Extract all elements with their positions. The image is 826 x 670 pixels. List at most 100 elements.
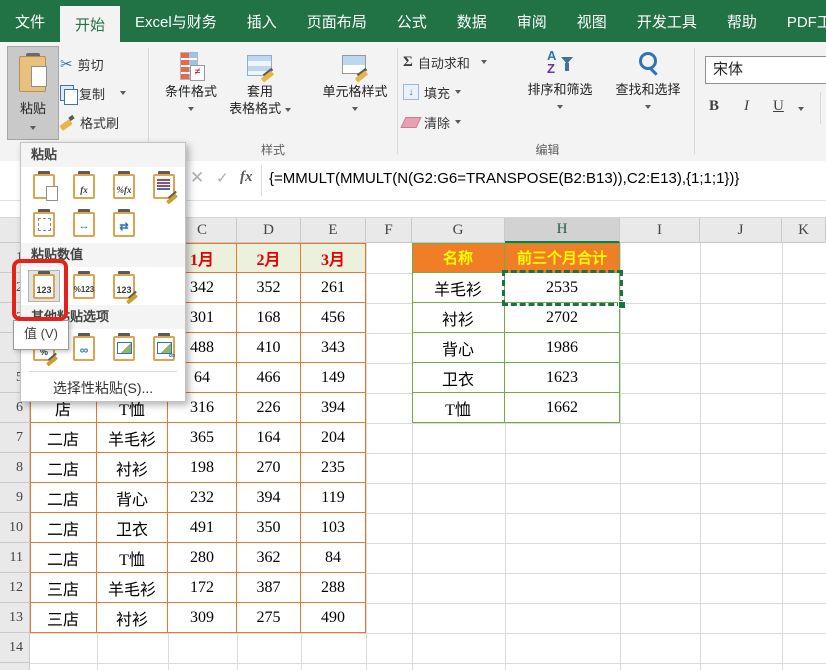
cell-C9[interactable]: 232 [168,483,237,513]
cell-E13[interactable]: 490 [301,603,366,633]
cell-C11[interactable]: 280 [168,543,237,573]
row-header-9[interactable]: 9 [0,483,30,513]
paste-formulas-icon[interactable]: fx [69,171,99,201]
cell-C13[interactable]: 309 [168,603,237,633]
tab-插入[interactable]: 插入 [232,0,292,42]
column-header-K[interactable]: K [782,218,826,243]
paste-icon[interactable] [29,171,59,201]
cell-E2[interactable]: 261 [301,273,366,303]
cell-E12[interactable]: 288 [301,573,366,603]
cell-D11[interactable]: 362 [237,543,301,573]
cell-D3[interactable]: 168 [237,303,301,333]
cell-D5[interactable]: 466 [237,363,301,393]
row-header-11[interactable]: 11 [0,543,30,573]
paste-formulas-number-formatting-icon[interactable]: %fx [109,171,139,201]
chevron-down-icon[interactable] [120,91,126,95]
cell-H3[interactable]: 2702 [505,303,620,333]
cell-H4[interactable]: 1986 [505,333,620,363]
row-header-7[interactable]: 7 [0,423,30,453]
cell-styles-button[interactable]: 单元格样式 [315,49,395,115]
tab-公式[interactable]: 公式 [382,0,442,42]
chevron-down-icon[interactable] [455,90,461,94]
column-header-E[interactable]: E [301,218,366,243]
column-header-I[interactable]: I [620,218,700,243]
cell-E3[interactable]: 456 [301,303,366,333]
cell-A13[interactable]: 三店 [30,603,97,633]
clear-button[interactable]: 清除 [403,111,461,133]
format-as-table-button[interactable]: 套用 表格格式 [222,49,298,117]
enter-icon[interactable]: ✓ [216,169,229,187]
cell-A8[interactable]: 二店 [30,453,97,483]
paste-link-icon[interactable] [69,333,99,363]
tab-数据[interactable]: 数据 [442,0,502,42]
cell-C10[interactable]: 491 [168,513,237,543]
formula-input[interactable]: {=MMULT(MMULT(N(G2:G6=TRANSPOSE(B2:B13))… [269,170,824,187]
cell-D6[interactable]: 226 [237,393,301,423]
cell-C7[interactable]: 365 [168,423,237,453]
cell-D12[interactable]: 387 [237,573,301,603]
italic-button[interactable]: I [744,98,749,115]
cell-C12[interactable]: 172 [168,573,237,603]
cell-H1[interactable]: 前三个月合计 [505,243,620,273]
fill-button[interactable]: 填充 [403,81,461,103]
conditional-format-button[interactable]: 条件格式 [150,49,232,115]
cell-D8[interactable]: 270 [237,453,301,483]
cut-button[interactable]: 剪切 [60,53,104,75]
paste-values-source-formatting-icon[interactable]: 123 [109,271,139,301]
sort-filter-button[interactable]: 排序和筛选 [516,47,604,113]
cell-B9[interactable]: 背心 [97,483,168,513]
paste-linked-picture-icon[interactable] [149,333,179,363]
chevron-down-icon[interactable] [798,107,804,111]
column-header-F[interactable]: F [366,218,412,243]
cell-D10[interactable]: 350 [237,513,301,543]
cell-D2[interactable]: 352 [237,273,301,303]
row-header-10[interactable]: 10 [0,513,30,543]
tab-Excel与财务[interactable]: Excel与财务 [120,0,232,42]
cell-B7[interactable]: 羊毛衫 [97,423,168,453]
paste-special-item[interactable]: 选择性粘贴(S)... [21,376,185,401]
row-header-14[interactable]: 14 [0,633,30,663]
column-header-J[interactable]: J [700,218,782,243]
cell-B11[interactable]: T恤 [97,543,168,573]
cell-B10[interactable]: 卫衣 [97,513,168,543]
insert-function-icon[interactable]: fx [240,169,253,186]
chevron-down-icon[interactable] [481,60,487,64]
font-name-combobox[interactable]: 宋体 [705,56,826,84]
row-header-8[interactable]: 8 [0,453,30,483]
cell-A9[interactable]: 二店 [30,483,97,513]
tab-页面布局[interactable]: 页面布局 [292,0,382,42]
tab-PDF工具集[interactable]: PDF工具集 [772,0,826,42]
cell-E8[interactable]: 235 [301,453,366,483]
tab-开始[interactable]: 开始 [60,6,120,42]
row-header-13[interactable]: 13 [0,603,30,633]
cell-G2[interactable]: 羊毛衫 [412,273,505,303]
tab-开发工具[interactable]: 开发工具 [622,0,712,42]
underline-button[interactable]: U [773,98,784,115]
column-header-G[interactable]: G [412,218,505,243]
cell-B8[interactable]: 衬衫 [97,453,168,483]
paste-values-number-formatting-icon[interactable]: %123 [69,271,99,301]
paste-keep-source-formatting-icon[interactable] [149,171,179,201]
cell-H2[interactable]: 2535 [505,273,620,303]
tab-视图[interactable]: 视图 [562,0,622,42]
format-painter-button[interactable]: 格式刷 [60,111,119,133]
cell-A11[interactable]: 二店 [30,543,97,573]
cell-D1[interactable]: 2月 [237,243,301,273]
cell-G1[interactable]: 名称 [412,243,505,273]
paste-picture-icon[interactable] [109,333,139,363]
column-header-H[interactable]: H [505,218,620,243]
cell-E4[interactable]: 343 [301,333,366,363]
cell-G4[interactable]: 背心 [412,333,505,363]
column-header-D[interactable]: D [237,218,301,243]
cell-G3[interactable]: 衬衫 [412,303,505,333]
cell-E1[interactable]: 3月 [301,243,366,273]
cell-C8[interactable]: 198 [168,453,237,483]
cell-D13[interactable]: 275 [237,603,301,633]
cell-E11[interactable]: 84 [301,543,366,573]
cell-H6[interactable]: 1662 [505,393,620,423]
cell-D4[interactable]: 410 [237,333,301,363]
cell-H5[interactable]: 1623 [505,363,620,393]
paste-no-borders-icon[interactable] [29,209,59,239]
cell-E6[interactable]: 394 [301,393,366,423]
copy-button[interactable]: 复制 [60,82,126,104]
